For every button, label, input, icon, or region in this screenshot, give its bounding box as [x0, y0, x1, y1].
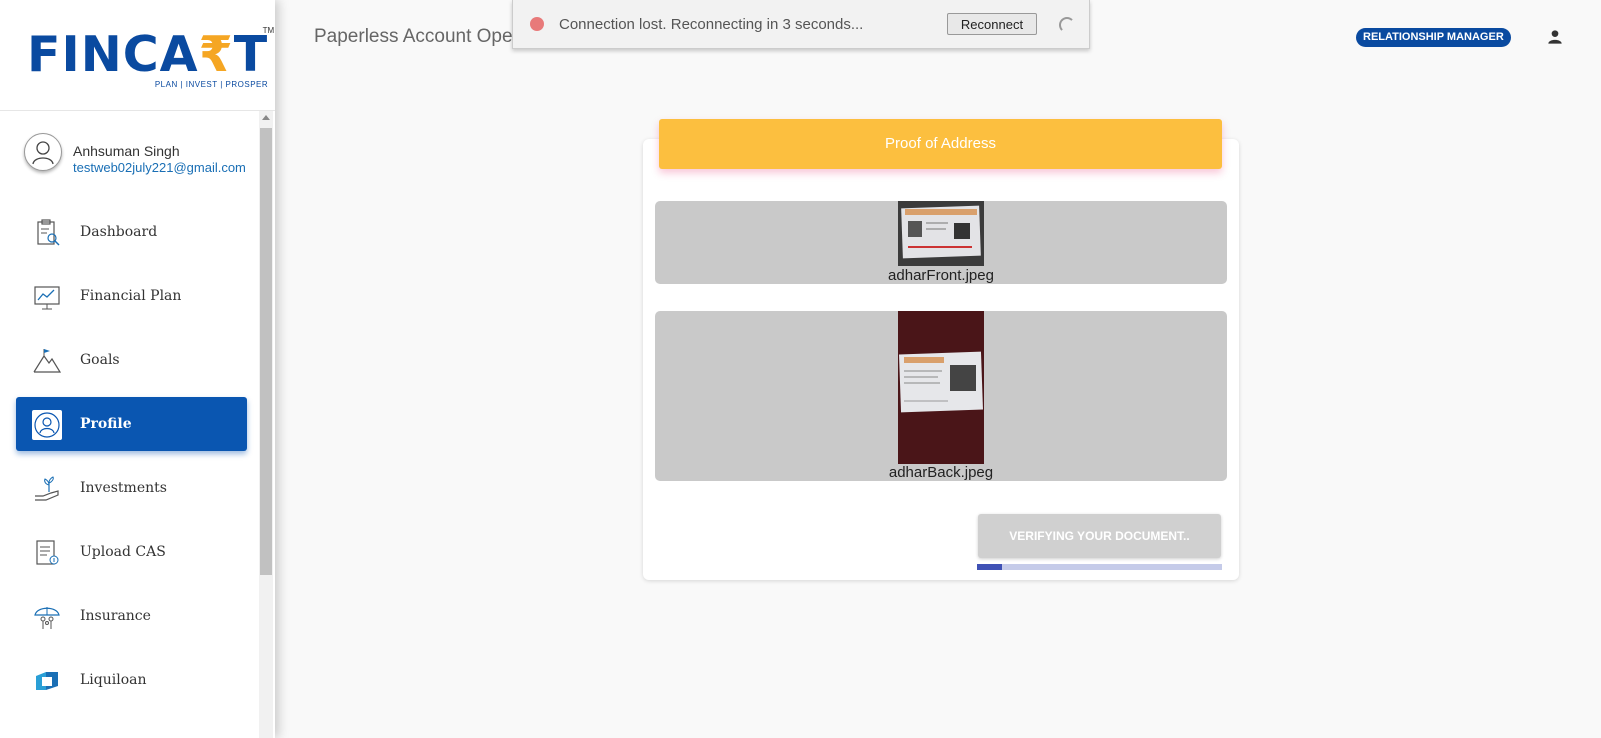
document-upload-icon	[36, 540, 59, 565]
verification-progress-bar	[977, 564, 1222, 570]
sidebar-item-insurance[interactable]: Insurance	[16, 589, 247, 643]
reconnect-button[interactable]: Reconnect	[947, 13, 1037, 35]
sidebar-item-dashboard[interactable]: Dashboard	[16, 205, 247, 259]
document-filename: adharFront.jpeg	[888, 267, 994, 284]
umbrella-family-icon	[34, 607, 60, 629]
document-filename: adharBack.jpeg	[888, 464, 994, 481]
chart-line-icon	[34, 286, 60, 310]
spinner-icon	[1059, 17, 1075, 33]
logo-area: FINCA₹T TM PLAN | INVEST | PROSPER	[0, 0, 275, 111]
user-name: Anhsuman Singh	[73, 143, 180, 159]
document-item[interactable]: adharBack.jpeg	[655, 311, 1227, 481]
scrollbar-thumb[interactable]	[260, 128, 272, 575]
card-title: Proof of Address	[659, 119, 1222, 169]
sidebar: FINCA₹T TM PLAN | INVEST | PROSPER Anhsu…	[0, 0, 275, 738]
fincart-logo[interactable]: FINCA₹T TM PLAN | INVEST | PROSPER	[27, 26, 274, 89]
sidebar-scrollbar[interactable]	[259, 111, 273, 738]
progress-fill	[977, 564, 1002, 570]
logo-tagline: PLAN | INVEST | PROSPER	[154, 80, 269, 89]
aadhar-front-thumbnail	[898, 201, 984, 266]
sidebar-scroll: Anhsuman Singh testweb02july221@gmail.co…	[0, 111, 275, 738]
user-info: Anhsuman Singh testweb02july221@gmail.co…	[24, 133, 254, 183]
sidebar-item-financial-plan[interactable]: Financial Plan	[16, 269, 247, 323]
role-badge: RELATIONSHIP MANAGER	[1356, 28, 1511, 47]
connection-toast: Connection lost. Reconnecting in 3 secon…	[512, 0, 1090, 49]
person-icon[interactable]	[1545, 27, 1565, 47]
status-dot	[530, 17, 544, 31]
aadhar-back-thumbnail	[898, 311, 984, 464]
trademark: TM	[262, 26, 275, 35]
profile-icon	[32, 410, 62, 440]
plant-hand-icon	[35, 476, 59, 501]
page-title: Paperless Account Ope	[314, 26, 513, 47]
liquiloan-logo-icon	[36, 672, 58, 690]
toast-message: Connection lost. Reconnecting in 3 secon…	[559, 16, 864, 33]
document-item[interactable]: adharFront.jpeg	[655, 201, 1227, 284]
sidebar-item-goals[interactable]: Goals	[16, 333, 247, 387]
dashboard-icon	[37, 219, 60, 246]
user-outline-icon	[32, 141, 54, 165]
sidebar-nav: Dashboard Financial Plan Goals Profile I…	[16, 205, 247, 717]
avatar	[24, 133, 62, 171]
user-email: testweb02july221@gmail.com	[73, 160, 246, 175]
sidebar-item-profile[interactable]: Profile	[16, 397, 247, 451]
mountain-flag-icon	[33, 349, 62, 373]
verify-document-button[interactable]: VERIFYING YOUR DOCUMENT..	[978, 514, 1221, 558]
sidebar-item-upload-cas[interactable]: Upload CAS	[16, 525, 247, 579]
sidebar-item-liquiloan[interactable]: Liquiloan	[16, 653, 247, 707]
sidebar-item-investments[interactable]: Investments	[16, 461, 247, 515]
scroll-up-arrow-icon[interactable]	[262, 115, 270, 120]
